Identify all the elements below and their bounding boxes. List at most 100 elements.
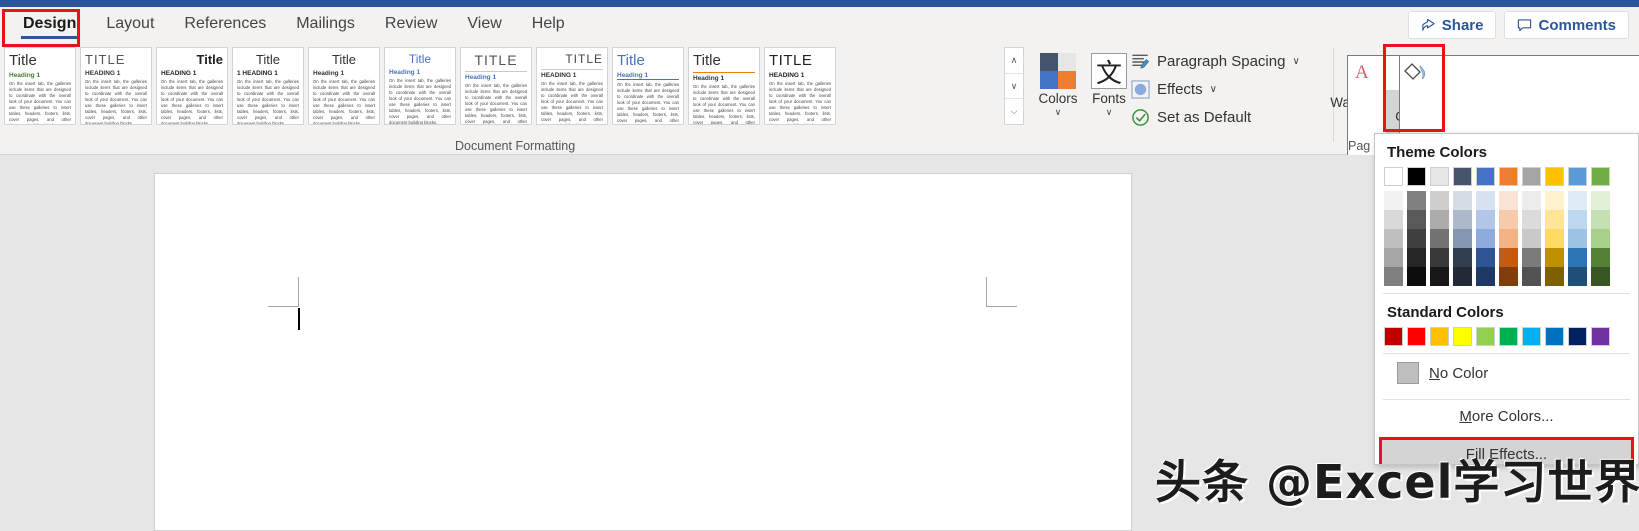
paragraph-spacing-caret-icon[interactable]: ∨ <box>1292 56 1299 67</box>
theme-color-swatch[interactable] <box>1407 167 1426 186</box>
theme-color-swatch[interactable] <box>1545 167 1564 186</box>
theme-tint-swatch[interactable] <box>1545 267 1564 286</box>
page-color-dropdown[interactable]: Theme Colors Standard Colors No Color Mo… <box>1374 133 1639 465</box>
theme-tint-swatch[interactable] <box>1407 191 1426 210</box>
theme-color-swatch[interactable] <box>1453 167 1472 186</box>
theme-tint-swatch[interactable] <box>1407 229 1426 248</box>
share-button[interactable]: Share <box>1408 11 1497 39</box>
theme-tint-swatch[interactable] <box>1545 248 1564 267</box>
effects-button[interactable]: Effects ∨ <box>1131 80 1217 99</box>
theme-tint-swatch[interactable] <box>1476 248 1495 267</box>
comments-button[interactable]: Comments <box>1504 11 1629 39</box>
paragraph-spacing-button[interactable]: Paragraph Spacing ∨ <box>1131 52 1300 71</box>
theme-tint-swatch[interactable] <box>1568 191 1587 210</box>
style-thumbnail[interactable]: TITLEHEADING 1On the insert tab, the gal… <box>536 47 608 125</box>
tab-layout[interactable]: Layout <box>91 9 169 41</box>
tab-help[interactable]: Help <box>517 9 580 41</box>
gallery-scroll-down-button[interactable]: ∨ <box>1005 74 1023 100</box>
standard-color-swatch[interactable] <box>1430 327 1449 346</box>
theme-tint-swatch[interactable] <box>1545 210 1564 229</box>
theme-fonts-button[interactable]: 文 Fonts ∨ <box>1080 49 1138 117</box>
style-thumbnail[interactable]: TITLEHEADING 1On the insert tab, the gal… <box>80 47 152 125</box>
theme-tint-swatch[interactable] <box>1545 191 1564 210</box>
theme-tint-swatch[interactable] <box>1453 210 1472 229</box>
theme-tint-swatch[interactable] <box>1499 210 1518 229</box>
style-thumbnail[interactable]: TitleHeading 1On the insert tab, the gal… <box>688 47 760 125</box>
theme-tint-swatch[interactable] <box>1476 191 1495 210</box>
standard-color-swatch[interactable] <box>1476 327 1495 346</box>
theme-tint-swatch[interactable] <box>1591 191 1610 210</box>
style-thumbnail[interactable]: TitleHeading 1On the insert tab, the gal… <box>308 47 380 125</box>
theme-tint-swatch[interactable] <box>1522 210 1541 229</box>
standard-color-swatch[interactable] <box>1568 327 1587 346</box>
theme-tint-swatch[interactable] <box>1453 229 1472 248</box>
standard-color-swatch[interactable] <box>1545 327 1564 346</box>
theme-tint-swatch[interactable] <box>1591 248 1610 267</box>
theme-tint-swatch[interactable] <box>1476 267 1495 286</box>
theme-color-swatch[interactable] <box>1430 167 1449 186</box>
no-color-item[interactable]: No Color <box>1375 354 1638 392</box>
theme-tint-swatch[interactable] <box>1522 191 1541 210</box>
theme-tint-swatch[interactable] <box>1384 248 1403 267</box>
theme-colors-button[interactable]: Colors ∨ <box>1029 49 1087 117</box>
standard-color-swatch[interactable] <box>1453 327 1472 346</box>
theme-tint-swatch[interactable] <box>1545 229 1564 248</box>
theme-tint-swatch[interactable] <box>1407 248 1426 267</box>
theme-tint-swatch[interactable] <box>1591 267 1610 286</box>
standard-color-swatch[interactable] <box>1384 327 1403 346</box>
theme-tint-swatch[interactable] <box>1476 229 1495 248</box>
standard-color-swatch[interactable] <box>1499 327 1518 346</box>
style-thumbnail[interactable]: TitleHeading 1On the insert tab, the gal… <box>4 47 76 125</box>
theme-tint-swatch[interactable] <box>1407 267 1426 286</box>
style-thumbnail[interactable]: TitleHeading 1On the insert tab, the gal… <box>384 47 456 125</box>
page-color-button[interactable]: Page Color∨ <box>1388 51 1442 125</box>
style-thumbnail[interactable]: TITLEHEADING 1On the insert tab, the gal… <box>764 47 836 125</box>
theme-tint-swatch[interactable] <box>1384 191 1403 210</box>
theme-tint-swatch[interactable] <box>1499 229 1518 248</box>
theme-tint-swatch[interactable] <box>1430 229 1449 248</box>
gallery-scrollbar[interactable]: ∧ ∨ ⌵ <box>1004 47 1024 125</box>
theme-tint-swatch[interactable] <box>1499 248 1518 267</box>
fill-effects-item[interactable]: Fill Effects... <box>1379 437 1634 465</box>
standard-color-swatch[interactable] <box>1522 327 1541 346</box>
tab-review[interactable]: Review <box>370 9 452 41</box>
tab-references[interactable]: References <box>169 9 281 41</box>
effects-caret-icon[interactable]: ∨ <box>1210 84 1217 95</box>
theme-tint-swatch[interactable] <box>1384 267 1403 286</box>
theme-tint-swatch[interactable] <box>1499 191 1518 210</box>
tab-design[interactable]: Design <box>8 9 91 41</box>
theme-color-swatch[interactable] <box>1568 167 1587 186</box>
theme-tint-swatch[interactable] <box>1384 229 1403 248</box>
theme-tint-swatch[interactable] <box>1430 210 1449 229</box>
style-thumbnail[interactable]: Title1 HEADING 1On the insert tab, the g… <box>232 47 304 125</box>
document-page[interactable] <box>154 173 1132 531</box>
theme-tint-swatch[interactable] <box>1522 248 1541 267</box>
standard-color-swatch[interactable] <box>1407 327 1426 346</box>
style-thumbnail[interactable]: TitleHEADING 1On the insert tab, the gal… <box>156 47 228 125</box>
gallery-more-button[interactable]: ⌵ <box>1005 99 1023 124</box>
theme-color-swatch[interactable] <box>1591 167 1610 186</box>
theme-tint-swatch[interactable] <box>1430 248 1449 267</box>
theme-color-swatch[interactable] <box>1384 167 1403 186</box>
theme-fonts-caret-icon[interactable]: ∨ <box>1106 108 1113 117</box>
theme-tint-swatch[interactable] <box>1453 248 1472 267</box>
theme-tint-swatch[interactable] <box>1430 267 1449 286</box>
standard-color-swatch[interactable] <box>1591 327 1610 346</box>
theme-color-swatch[interactable] <box>1476 167 1495 186</box>
theme-tint-swatch[interactable] <box>1568 248 1587 267</box>
theme-tint-swatch[interactable] <box>1499 267 1518 286</box>
tab-mailings[interactable]: Mailings <box>281 9 370 41</box>
theme-tint-swatch[interactable] <box>1476 210 1495 229</box>
theme-tint-swatch[interactable] <box>1453 191 1472 210</box>
theme-colors-caret-icon[interactable]: ∨ <box>1055 108 1062 117</box>
tab-view[interactable]: View <box>452 9 516 41</box>
theme-tint-swatch[interactable] <box>1591 229 1610 248</box>
theme-tint-swatch[interactable] <box>1568 229 1587 248</box>
theme-tint-swatch[interactable] <box>1591 210 1610 229</box>
standard-colors-row[interactable] <box>1375 327 1638 346</box>
theme-tint-swatch[interactable] <box>1384 210 1403 229</box>
style-thumbnail[interactable]: TitleHeading 1On the insert tab, the gal… <box>612 47 684 125</box>
style-thumbnail[interactable]: TITLEHeading 1On the insert tab, the gal… <box>460 47 532 125</box>
theme-tint-swatch[interactable] <box>1407 210 1426 229</box>
theme-colors-row[interactable] <box>1375 167 1638 186</box>
